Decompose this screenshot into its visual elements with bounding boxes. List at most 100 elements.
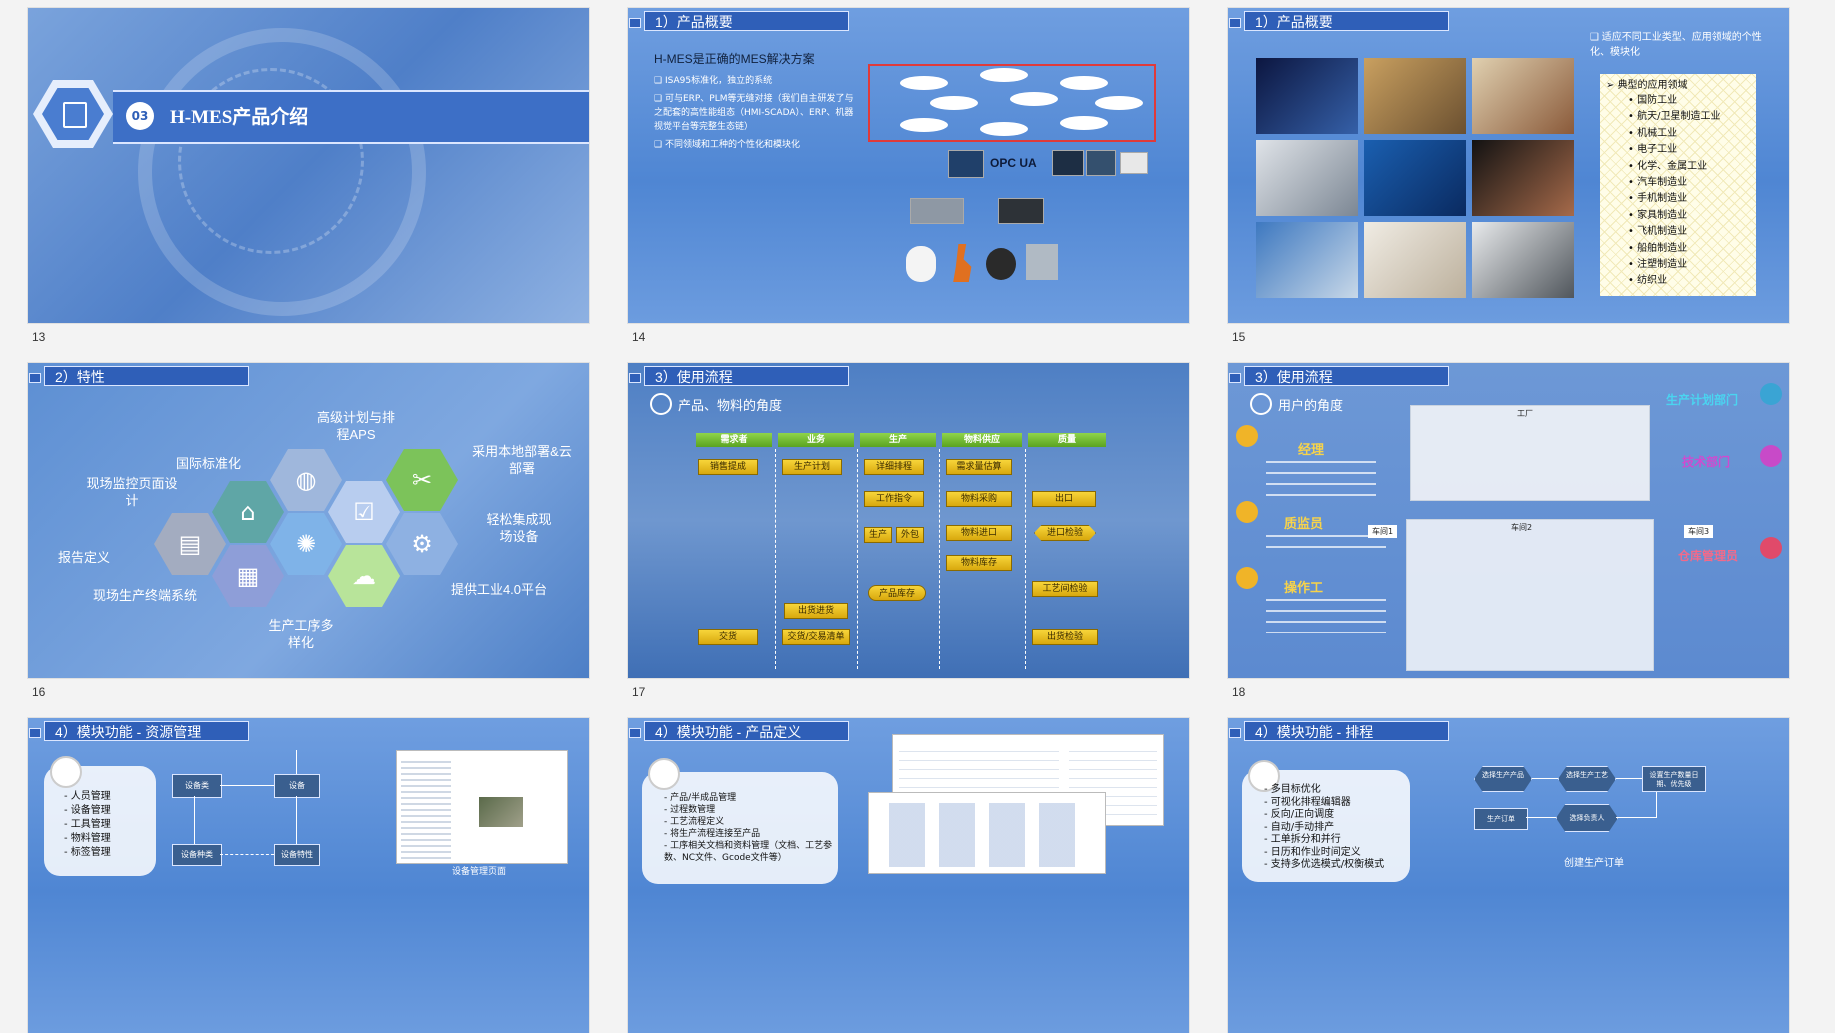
- role-manager: 经理: [1298, 442, 1325, 457]
- feature-report: 报告定义: [58, 550, 111, 565]
- plc-image: [910, 198, 964, 224]
- check-circle-icon: [650, 393, 672, 415]
- list-item: - 设备管理: [64, 805, 111, 816]
- flow-node: 需求量估算: [946, 459, 1012, 475]
- feature-integration: 轻松集成现场设备: [486, 512, 552, 544]
- fields-items: • 国防工业 • 航天/卫星制造工业 • 机械工业 • 电子工业 • 化学、金属工业 • …: [1600, 93, 1756, 290]
- flow-subtitle: 产品、物料的角度: [678, 398, 783, 413]
- edit-icon: [63, 102, 87, 128]
- feature-panel: - 产品/半成品管理 - 过程数管理 - 工艺流程定义 - 将生产流程连接至产品…: [642, 758, 838, 884]
- factory-box: 工厂: [1410, 405, 1650, 501]
- hmi-image: [1086, 150, 1116, 176]
- slide-13[interactable]: 03 H-MES产品介绍: [28, 8, 589, 323]
- field-item: • 家具制造业: [1628, 209, 1688, 221]
- flow-node: 物料库存: [946, 555, 1012, 571]
- mes-node: [900, 76, 948, 90]
- mes-node: [1095, 96, 1143, 110]
- product-list: - 产品/半成品管理 - 过程数管理 - 工艺流程定义 - 将生产流程连接至产品…: [664, 792, 834, 864]
- mes-node: [1060, 76, 1108, 90]
- lane-divider: [775, 449, 776, 669]
- flow-node: 销售提成: [698, 459, 758, 475]
- field-item: • 手机制造业: [1628, 193, 1688, 205]
- lane-divider: [939, 449, 940, 669]
- feature-panel: - 人员管理 - 设备管理 - 工具管理 - 物料管理 - 标签管理: [44, 756, 156, 876]
- engine-photo: [1472, 222, 1574, 298]
- flow-node: 交货/交易清单: [782, 629, 850, 645]
- er-connector: [194, 796, 195, 844]
- list-item: - 产品/半成品管理: [664, 793, 737, 803]
- flow-node: 工艺间检验: [1032, 581, 1098, 597]
- steel-coil-photo: [1256, 140, 1358, 216]
- er-block: 设备: [274, 774, 320, 798]
- slide-title: 1）产品概要: [1229, 11, 1449, 31]
- role-operator: 操作工: [1284, 580, 1324, 595]
- list-item: - 支持多优选模式/权衡模式: [1264, 859, 1385, 870]
- workshop-3-label: 车间3: [1684, 525, 1714, 538]
- list-item: - 将生产流程连接至产品: [664, 829, 761, 839]
- list-item: - 多目标优化: [1264, 784, 1321, 795]
- robot-arm-image: [953, 244, 972, 282]
- check-circle-icon: [1250, 393, 1272, 415]
- col-header: 生产: [860, 433, 936, 447]
- flow-arrow: [1616, 817, 1656, 818]
- circuit-board-photo: [1364, 140, 1466, 216]
- slide-title: 2）特性: [29, 366, 249, 386]
- list-item: - 过程数管理: [664, 805, 716, 815]
- architecture-diagram: [868, 64, 1156, 142]
- flow-node: 生产: [864, 527, 892, 543]
- hex-settings: ⚙: [386, 513, 458, 575]
- slide-19[interactable]: 4）模块功能 - 资源管理 - 人员管理 - 设备管理 - 工具管理 - 物料管…: [28, 718, 589, 1033]
- slide-15[interactable]: 1）产品概要 ❑ 适应不同工业类型、应用领域的个性化、模块化 ➢ 典型的应用领域…: [1228, 8, 1789, 323]
- tech-icon: [1760, 445, 1782, 467]
- slide-heading: H-MES是正确的MES解决方案: [654, 52, 815, 66]
- slide-14[interactable]: 1）产品概要 H-MES是正确的MES解决方案 ❑ ISA95标准化，独立的系统…: [628, 8, 1189, 323]
- factory-photo: [1256, 222, 1358, 298]
- bullet-item: ❑ 可与ERP、PLM等无缝对接（我们自主研发了与之配套的高性能组态（HMI-S…: [654, 94, 854, 132]
- slide-number: 15: [1232, 330, 1246, 344]
- mes-node: [980, 122, 1028, 136]
- hex-network: ✺: [270, 513, 342, 575]
- inspector-icon: [1236, 501, 1258, 523]
- schedule-decision: 选择生产工艺: [1558, 766, 1616, 792]
- phone-photo: [1472, 140, 1574, 216]
- opc-logo: OPC UA: [990, 156, 1037, 170]
- list-item: - 反向/正向调度: [1264, 809, 1335, 820]
- hex-cloud: ☁: [328, 545, 400, 607]
- textile-photo: [1364, 222, 1466, 298]
- feature-standard: 国际标准化: [176, 456, 242, 471]
- flow-node: 物料进口: [946, 525, 1012, 541]
- slide-16[interactable]: 2）特性 ◍ ✂ ⌂ ☑ ▤ ✺ ⚙ ▦ ☁ 高级计划与排程APS 采用本地部署…: [28, 363, 589, 678]
- planning-icon: [1760, 383, 1782, 405]
- er-connector: [220, 785, 274, 786]
- workshop-label: 车间2: [1511, 523, 1533, 532]
- bullet-item: ❑ 不同领域和工种的个性化和模块化: [654, 140, 800, 150]
- satellite-photo: [1256, 58, 1358, 134]
- screenshot-photo: [479, 797, 523, 827]
- er-connector: [296, 750, 297, 774]
- field-item: • 注塑制造业: [1628, 259, 1688, 271]
- field-item: • 机械工业: [1628, 127, 1678, 139]
- list-item: - 人员管理: [64, 791, 111, 802]
- field-item: • 电子工业: [1628, 144, 1678, 156]
- hex-terminal: ▦: [212, 545, 284, 607]
- slide-21[interactable]: 4）模块功能 - 排程 - 多目标优化 - 可视化排程编辑器 - 反向/正向调度…: [1228, 718, 1789, 1033]
- slide-18[interactable]: 3）使用流程 用户的角度 经理 质监员 操作工 工厂 车间2 车间1 车间3 生…: [1228, 363, 1789, 678]
- col-header: 物料供应: [942, 433, 1022, 447]
- slide-17[interactable]: 3）使用流程 产品、物料的角度 需求者 业务 生产 物料供应 质量 销售提成 生…: [628, 363, 1189, 678]
- schedule-decision: 选择负责人: [1556, 804, 1618, 832]
- create-order-label: 创建生产订单: [1564, 858, 1624, 869]
- hex-monitor: ⌂: [212, 481, 284, 543]
- slide-20[interactable]: 4）模块功能 - 产品定义 - 产品/半成品管理 - 过程数管理 - 工艺流程定…: [628, 718, 1189, 1033]
- er-block: 设备类: [172, 774, 222, 798]
- fields-list: ➢ 典型的应用领域 • 国防工业 • 航天/卫星制造工业 • 机械工业 • 电子工业 •…: [1600, 74, 1756, 296]
- assembly-photo: [1472, 58, 1574, 134]
- workshop-1-label: 车间1: [1368, 525, 1398, 538]
- warehouse-icon: [1760, 537, 1782, 559]
- flow-subtitle: 用户的角度: [1278, 398, 1344, 413]
- feature-industry40: 提供工业4.0平台: [450, 582, 548, 597]
- col-header: 质量: [1028, 433, 1106, 447]
- role-planning: 生产计划部门: [1666, 393, 1739, 407]
- screenshot-sidebar: [401, 761, 451, 859]
- screenshot-window-2: [868, 792, 1106, 874]
- flow-node: 交货: [698, 629, 758, 645]
